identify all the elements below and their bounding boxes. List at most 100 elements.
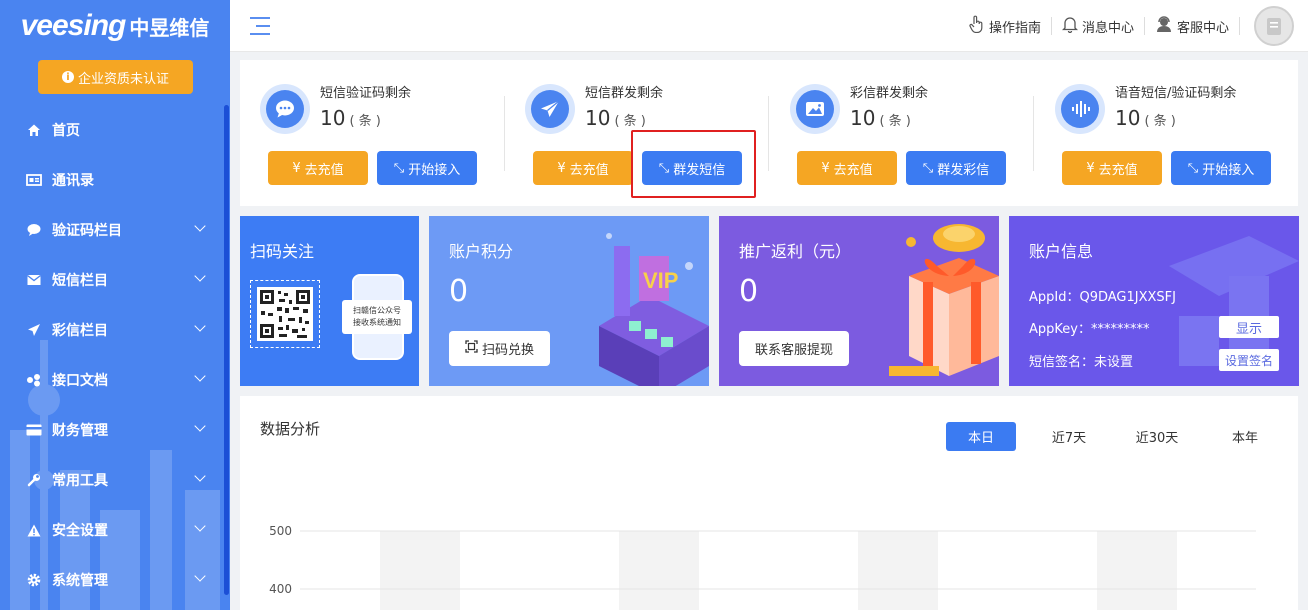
sidebar-item-label: 彩信栏目 <box>52 323 108 339</box>
balance-count: 10 <box>850 106 876 130</box>
avatar-image-icon <box>1267 18 1281 35</box>
card-title: 扫码关注 <box>250 242 315 261</box>
logo-text-en: veesing <box>20 9 127 42</box>
card-title: 账户信息 <box>1029 242 1094 261</box>
recharge-button[interactable]: ¥ 去充值 <box>268 151 368 185</box>
balance-mms-bulk: 彩信群发剩余 10( 条 ) ¥ 去充值 ⤡ 群发彩信 <box>770 60 1034 206</box>
chart-bar <box>380 531 460 610</box>
balance-unit: ( 条 ) <box>349 114 381 129</box>
balance-value: 10( 条 ) <box>850 106 911 130</box>
hand-pointer-icon <box>969 15 985 37</box>
sidebar-item-verify-code[interactable]: 验证码栏目 <box>0 205 230 255</box>
guide-link[interactable]: 操作指南 <box>959 15 1052 37</box>
top-header: 操作指南 消息中心 客服中心 <box>230 0 1308 52</box>
chevron-down-icon <box>194 470 206 482</box>
chevron-down-icon <box>194 270 206 282</box>
withdraw-label: 联系客服提现 <box>754 343 833 358</box>
sidebar-scrollbar[interactable] <box>224 105 229 595</box>
sidebar-item-security[interactable]: 安全设置 <box>0 505 230 555</box>
start-integration-label: 开始接入 <box>408 162 461 178</box>
bulk-mms-label: 群发彩信 <box>937 162 990 178</box>
card-icon <box>26 422 42 438</box>
analysis-title: 数据分析 <box>260 420 321 438</box>
start-integration-button[interactable]: ⤡ 开始接入 <box>1171 151 1271 185</box>
menu-toggle-icon[interactable] <box>250 17 270 35</box>
balance-panel: 短信验证码剩余 10( 条 ) ¥ 去充值 ⤡ 开始接入 短信群发剩余 10( 条 … <box>240 60 1298 206</box>
tab-today[interactable]: 本日 <box>946 422 1016 451</box>
signature-row: 短信签名：未设置 <box>1029 351 1133 370</box>
balance-count: 10 <box>1115 106 1141 130</box>
api-icon <box>26 372 42 388</box>
logo[interactable]: veesing 中昱维信 <box>0 0 230 52</box>
chart-bar <box>1097 531 1177 610</box>
yen-icon: ¥ <box>1086 160 1095 176</box>
y-tick-label: 400 <box>269 582 292 596</box>
scan-icon <box>465 340 478 357</box>
sidebar-item-home[interactable]: 首页 <box>0 105 230 155</box>
sidebar-item-tools[interactable]: 常用工具 <box>0 455 230 505</box>
service-link[interactable]: 客服中心 <box>1145 15 1240 37</box>
signature-value: 未设置 <box>1094 355 1134 370</box>
recharge-button[interactable]: ¥ 去充值 <box>1062 151 1162 185</box>
balance-name: 彩信群发剩余 <box>850 86 929 101</box>
sidebar-item-finance[interactable]: 财务管理 <box>0 405 230 455</box>
rebate-value: 0 <box>739 274 759 309</box>
messages-link[interactable]: 消息中心 <box>1052 15 1145 37</box>
card-title: 推广返利（元） <box>739 242 852 261</box>
wrench-icon <box>26 472 42 488</box>
appid-row: AppId：Q9DAG1JXXSFJ <box>1029 286 1176 305</box>
balance-unit: ( 条 ) <box>1144 114 1176 129</box>
recharge-button[interactable]: ¥ 去充值 <box>533 151 633 185</box>
sidebar-item-system[interactable]: 系统管理 <box>0 555 230 605</box>
recharge-label: 去充值 <box>833 162 873 178</box>
vip-illustration: VIP <box>599 233 709 386</box>
yen-icon: ¥ <box>821 160 830 176</box>
bell-icon <box>1061 15 1079 37</box>
scan-exchange-button[interactable]: 扫码兑换 <box>449 331 550 366</box>
set-signature-button[interactable]: 设置签名 <box>1219 349 1279 371</box>
sidebar-item-label: 验证码栏目 <box>52 223 122 239</box>
divider <box>768 96 769 171</box>
start-integration-button[interactable]: ⤡ 开始接入 <box>377 151 477 185</box>
balance-count: 10 <box>320 106 346 130</box>
sidebar-item-contacts[interactable]: 通讯录 <box>0 155 230 205</box>
appid-value: Q9DAG1JXXSFJ <box>1079 290 1176 305</box>
balance-value: 10( 条 ) <box>320 106 381 130</box>
y-tick-label: 500 <box>269 524 292 538</box>
withdraw-button[interactable]: 联系客服提现 <box>739 331 849 366</box>
bulk-mms-button[interactable]: ⤡ 群发彩信 <box>906 151 1006 185</box>
customer-service-icon <box>1155 15 1173 37</box>
expand-arrows-icon: ⤡ <box>393 160 405 176</box>
show-appkey-button[interactable]: 显示 <box>1219 316 1279 338</box>
sidebar-nav: 首页 通讯录 验证码栏目 短信栏目 彩信栏目 接口文档 财务管理 常用工具 安全… <box>0 105 230 605</box>
chevron-down-icon <box>194 220 206 232</box>
header-actions: 操作指南 消息中心 客服中心 <box>959 0 1308 52</box>
points-card: 账户积分 0 扫码兑换 VIP <box>429 216 709 386</box>
certification-button[interactable]: i 企业资质未认证 <box>38 60 193 94</box>
start-integration-label: 开始接入 <box>1202 162 1255 178</box>
sidebar-item-api-docs[interactable]: 接口文档 <box>0 355 230 405</box>
qr-code-icon <box>257 287 313 341</box>
tab-year[interactable]: 本年 <box>1210 422 1280 451</box>
phone-text-1: 扫赣信公众号 <box>353 306 401 315</box>
tab-30days[interactable]: 近30天 <box>1122 422 1192 451</box>
expand-arrows-icon: ⤡ <box>1187 160 1199 176</box>
recharge-button[interactable]: ¥ 去充值 <box>797 151 897 185</box>
mail-icon <box>26 272 42 288</box>
recharge-label: 去充值 <box>569 162 609 178</box>
account-info-card: 账户信息 AppId：Q9DAG1JXXSFJ AppKey：*********… <box>1009 216 1299 386</box>
qr-follow-card: 扫码关注 扫赣信公众号 接收系统通知 <box>240 216 419 386</box>
tab-7days[interactable]: 近7天 <box>1034 422 1104 451</box>
sidebar-item-sms[interactable]: 短信栏目 <box>0 255 230 305</box>
avatar[interactable] <box>1254 6 1294 46</box>
guide-label: 操作指南 <box>988 20 1041 36</box>
balance-value: 10( 条 ) <box>585 106 646 130</box>
sidebar-item-label: 接口文档 <box>52 373 108 389</box>
highlight-box <box>631 130 756 198</box>
logo-text-cn: 中昱维信 <box>129 15 210 40</box>
qr-code[interactable] <box>250 280 320 348</box>
signature-label: 短信签名： <box>1029 355 1095 370</box>
sidebar-item-mms[interactable]: 彩信栏目 <box>0 305 230 355</box>
chevron-down-icon <box>194 320 206 332</box>
chevron-down-icon <box>194 420 206 432</box>
